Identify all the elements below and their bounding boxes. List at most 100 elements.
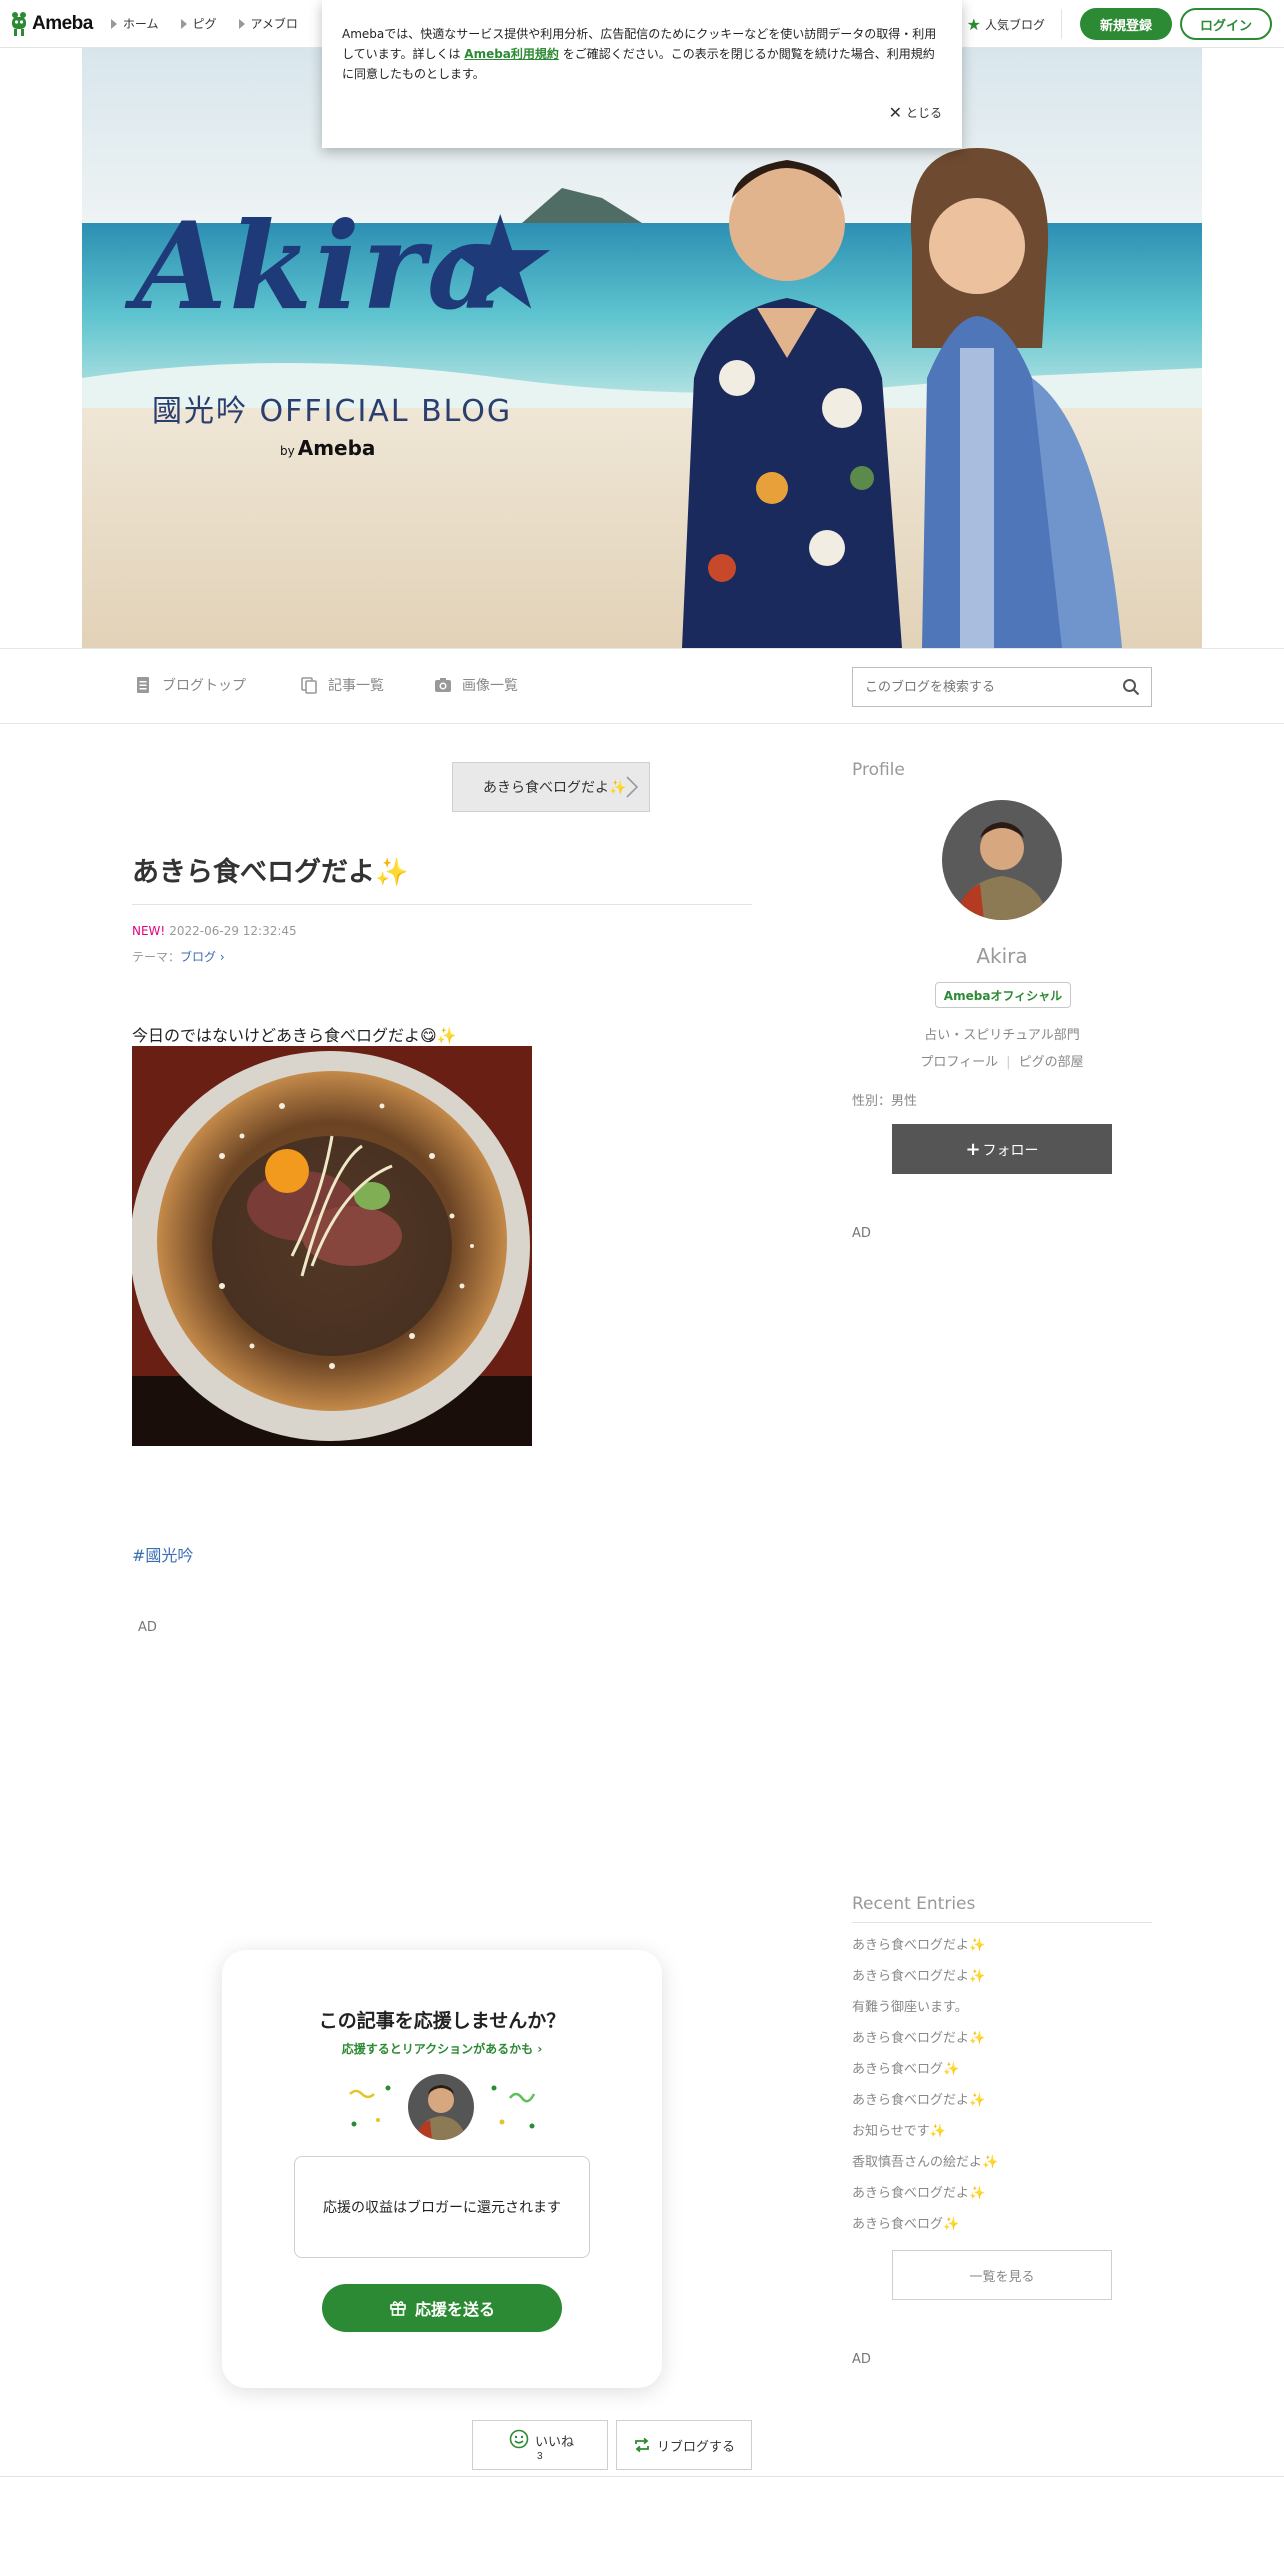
- previous-entry-label: あきら食べログだよ✨: [483, 780, 627, 796]
- profile-category[interactable]: 占い・スピリチュアル部門: [852, 1024, 1152, 1043]
- reblog-icon: [635, 2437, 649, 2453]
- profile-name[interactable]: Akira: [852, 944, 1152, 968]
- like-label: いいね: [535, 2434, 575, 2449]
- entry-photo[interactable]: [132, 1046, 532, 1446]
- entry-datetime: 2022-06-29 12:32:45: [169, 924, 297, 938]
- follow-button[interactable]: + フォロー: [892, 1124, 1112, 1174]
- ameba-mascot-icon: [10, 11, 28, 37]
- cookie-close-label: とじる: [905, 106, 942, 120]
- logo-text: Ameba: [32, 12, 93, 34]
- nav-blog-top-label: ブログトップ: [162, 678, 246, 694]
- cookie-banner: Amebaでは、快適なサービス提供や利用分析、広告配信のためにクッキーなどを使い…: [322, 0, 962, 148]
- entry-theme: テーマ：ブログ ›: [132, 948, 225, 965]
- recent-entry[interactable]: あきら食べログ✨: [852, 2060, 1152, 2091]
- recent-entry[interactable]: 有難う御座います。: [852, 1998, 1152, 2029]
- recent-entry[interactable]: あきら食べログだよ✨: [852, 1936, 1152, 1967]
- send-support-label: 応援を送る: [414, 2300, 495, 2319]
- support-info-label: 応援するとリアクションがあるかも: [341, 2042, 534, 2056]
- new-badge: NEW!: [132, 924, 166, 938]
- pigg-room-link[interactable]: ピグの部屋: [1019, 1055, 1084, 1070]
- close-icon: ✕: [888, 103, 902, 122]
- nav-pigg-label: ピグ: [192, 17, 217, 31]
- view-all-entries-button[interactable]: 一覧を見る: [892, 2250, 1112, 2300]
- blog-search: [852, 667, 1152, 707]
- smile-icon: [509, 2429, 529, 2449]
- recent-entries-divider: [852, 1922, 1152, 1923]
- global-nav: ホーム ピグ アメブロ: [110, 15, 320, 32]
- hero-subtitle: 國光吟 OFFICIAL BLOG: [152, 394, 513, 429]
- profile-link[interactable]: プロフィール: [920, 1055, 998, 1070]
- nav-blog-top[interactable]: ブログトップ: [134, 675, 246, 695]
- reblog-label: リブログする: [656, 2438, 735, 2454]
- nav-entry-list[interactable]: 記事一覧: [300, 675, 384, 695]
- hero-by-prefix: by: [280, 444, 295, 458]
- nav-image-list-label: 画像一覧: [462, 678, 518, 694]
- plus-icon: +: [965, 1138, 981, 1160]
- hero-star-icon: ★: [442, 187, 559, 339]
- recent-entry[interactable]: あきら食べログだよ✨: [852, 2029, 1152, 2060]
- support-info-link[interactable]: 応援するとリアクションがあるかも ›: [222, 2040, 662, 2057]
- entry-body-text: 今日のではないけどあきら食べログだよ😋✨: [132, 1026, 457, 1045]
- caret-right-icon: [110, 18, 117, 29]
- caret-right-icon: [180, 18, 187, 29]
- profile-avatar[interactable]: [942, 800, 1062, 920]
- signup-button[interactable]: 新規登録: [1079, 8, 1172, 40]
- nav-home[interactable]: ホーム: [110, 15, 159, 32]
- theme-link[interactable]: ブログ ›: [180, 950, 225, 964]
- reblog-button[interactable]: リブログする: [616, 2420, 752, 2470]
- blog-search-input[interactable]: [853, 668, 1111, 706]
- popular-blog-link[interactable]: ★ 人気ブログ: [967, 9, 1062, 39]
- recent-entry[interactable]: あきら食べログだよ✨: [852, 1967, 1152, 1998]
- theme-prefix: テーマ：: [132, 950, 181, 964]
- profile-sex: 性別：男性: [852, 1094, 918, 1109]
- cold-noodle-photo: [132, 1046, 532, 1446]
- avatar-photo: [408, 2074, 474, 2140]
- support-title: この記事を応援しませんか？: [318, 2010, 566, 2032]
- camera-icon: [435, 678, 451, 692]
- star-icon: ★: [966, 14, 981, 34]
- cookie-text: Amebaでは、快適なサービス提供や利用分析、広告配信のためにクッキーなどを使い…: [342, 24, 942, 84]
- header-right: ★ 人気ブログ 新規登録 ログイン: [967, 0, 1284, 48]
- nav-entry-list-label: 記事一覧: [328, 678, 384, 694]
- ad-label: AD: [138, 1620, 157, 1635]
- send-support-button[interactable]: 応援を送る: [322, 2284, 562, 2332]
- previous-entry-button[interactable]: あきら食べログだよ✨: [452, 762, 650, 812]
- recent-entry[interactable]: あきら食べログ✨: [852, 2215, 1152, 2246]
- like-button[interactable]: いいね 3: [472, 2420, 608, 2470]
- hashtag-link[interactable]: #國光吟: [132, 1542, 193, 1566]
- nav-home-label: ホーム: [122, 17, 159, 31]
- ameba-logo[interactable]: Ameba: [10, 0, 93, 48]
- footer-divider: [0, 2476, 1284, 2477]
- nav-ameblo[interactable]: アメブロ: [238, 15, 298, 32]
- follow-label: フォロー: [982, 1142, 1039, 1159]
- theme-link-label: ブログ: [180, 950, 217, 964]
- popular-blog-label: 人気ブログ: [984, 17, 1045, 32]
- recent-entry[interactable]: お知らせです✨: [852, 2122, 1152, 2153]
- entry-date: NEW! 2022-06-29 12:32:45: [132, 924, 297, 938]
- hero-by-ameba: by Ameba: [280, 436, 375, 460]
- blog-nav: ブログトップ 記事一覧 画像一覧: [0, 648, 1284, 724]
- support-avatar: [408, 2074, 474, 2140]
- terms-link[interactable]: Ameba利用規約: [464, 47, 559, 61]
- like-count: 3: [537, 2451, 543, 2462]
- login-button[interactable]: ログイン: [1179, 8, 1272, 40]
- recent-entry[interactable]: 香取慎吾さんの絵だよ✨: [852, 2153, 1152, 2184]
- caret-right-icon: [238, 18, 245, 29]
- cookie-close-button[interactable]: ✕ とじる: [889, 103, 942, 122]
- chevron-right-icon: [626, 776, 639, 798]
- profile-heading: Profile: [852, 760, 905, 780]
- recent-entry[interactable]: あきら食べログだよ✨: [852, 2184, 1152, 2215]
- entry-title[interactable]: あきら食べログだよ✨: [132, 850, 409, 889]
- search-icon[interactable]: [1111, 668, 1151, 706]
- sidebar-ad-label-2: AD: [852, 2352, 871, 2367]
- support-card: この記事を応援しませんか？ 応援するとリアクションがあるかも › 応援の収益はブ…: [222, 1950, 662, 2388]
- nav-ameblo-label: アメブロ: [250, 17, 298, 31]
- official-badge: Amebaオフィシャル: [935, 982, 1071, 1008]
- nav-image-list[interactable]: 画像一覧: [434, 675, 518, 695]
- title-divider: [132, 904, 752, 905]
- recent-entry[interactable]: あきら食べログだよ✨: [852, 2091, 1152, 2122]
- nav-pigg[interactable]: ピグ: [180, 15, 217, 32]
- gift-icon: [390, 2301, 406, 2316]
- avatar-photo: [942, 800, 1062, 920]
- copy-icon: [301, 677, 317, 694]
